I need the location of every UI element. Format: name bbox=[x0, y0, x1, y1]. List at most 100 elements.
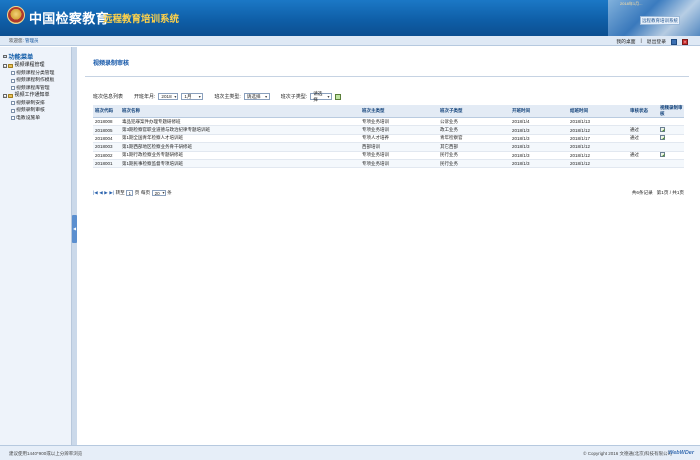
collapse-minus-icon[interactable]: − bbox=[3, 54, 7, 59]
cell-start: 2018/1/3 bbox=[510, 151, 568, 160]
sub-type-select[interactable]: 请选择 ▼ bbox=[310, 91, 333, 102]
per-page-value: 20 bbox=[154, 190, 160, 196]
logout-link[interactable]: 退出登录 bbox=[647, 38, 666, 45]
cell-status bbox=[628, 159, 658, 169]
menu-item-recording-schedule[interactable]: 视频录制安排 bbox=[3, 100, 71, 108]
per-page-select[interactable]: 20 ▼ bbox=[151, 190, 166, 196]
menu-item-av-facility[interactable]: 电教设施单 bbox=[3, 115, 71, 123]
cell-end: 2018/1/12 bbox=[568, 151, 628, 160]
cell-action bbox=[658, 151, 684, 160]
document-icon bbox=[11, 116, 15, 121]
cell-name: 第1期民事检察监督专项培训班 bbox=[120, 159, 360, 169]
prev-page-icon[interactable]: ◀ bbox=[99, 190, 103, 196]
table-row[interactable]: 2018003 第1期西部地区检察业务骨干研修班 西部培训 其它西部 2018/… bbox=[93, 142, 684, 152]
page-title: 视频录制审核 bbox=[93, 61, 130, 67]
menu-group-label: 视频工作通知单 bbox=[14, 92, 50, 98]
expand-minus-icon[interactable]: − bbox=[3, 64, 7, 68]
page-number-input[interactable]: 1 bbox=[126, 190, 134, 196]
page-info: 第1页 / 共1页 bbox=[656, 190, 684, 195]
cell-sub-type: 政工业务 bbox=[438, 125, 510, 135]
footer: 建议使用1440*900或以上分辨率浏览 © Copyright 2016 文德… bbox=[0, 445, 700, 460]
edit-review-icon[interactable] bbox=[660, 152, 665, 158]
cell-code: 2018001 bbox=[93, 159, 120, 169]
folder-icon bbox=[8, 63, 13, 68]
cell-end: 2018/1/13 bbox=[568, 117, 628, 127]
menu-item-label: 视频录制审核 bbox=[16, 108, 45, 113]
document-icon bbox=[11, 71, 15, 76]
cell-name: 毒品犯罪案件办理专题研修班 bbox=[120, 117, 360, 127]
expand-minus-icon[interactable]: − bbox=[3, 94, 7, 98]
cell-main-type: 专项业务培训 bbox=[360, 159, 438, 169]
goto-label: 转至 bbox=[115, 190, 125, 195]
top-actions: 我的桌面 | 退出登录 × bbox=[616, 38, 688, 45]
column-header: 视频录制审核 bbox=[658, 105, 684, 118]
cell-start: 2018/1/4 bbox=[510, 117, 568, 127]
menu-group-course[interactable]: − 视频课程管理 bbox=[3, 62, 71, 70]
cell-status bbox=[628, 117, 658, 127]
separator: | bbox=[640, 39, 642, 44]
menu-group-work-notice[interactable]: − 视频工作通知单 bbox=[3, 92, 71, 100]
menu-item-course-category[interactable]: 视频课程分类管理 bbox=[3, 70, 71, 78]
per-page-unit: 条 bbox=[167, 190, 172, 195]
cell-sub-type: 其它西部 bbox=[438, 142, 510, 152]
copyright: © Copyright 2016 文德通(北京)科技有限公司 bbox=[583, 451, 672, 456]
close-icon[interactable]: × bbox=[682, 38, 688, 45]
search-icon[interactable] bbox=[335, 93, 342, 100]
minimize-icon[interactable] bbox=[671, 38, 677, 45]
month-select[interactable]: 1月 ▼ bbox=[181, 93, 204, 100]
header-date: 2018年1月... bbox=[620, 1, 643, 6]
cell-action bbox=[658, 142, 684, 152]
dropdown-arrow-icon: ▼ bbox=[326, 94, 331, 99]
welcome-label: 欢迎您: bbox=[9, 38, 24, 43]
year-value: 2018 bbox=[161, 94, 172, 99]
table-header-row: 班次代码 班次名称 班次主类型 班次子类型 开班时间 结班时间 审核状态 视频录… bbox=[93, 105, 684, 118]
pagination-summary: 共6条记录 第1页 / 共1页 bbox=[632, 190, 684, 196]
cell-main-type: 专项业务培训 bbox=[360, 151, 438, 160]
top-bar: 欢迎您: 管理员 我的桌面 | 退出登录 × bbox=[0, 36, 700, 46]
column-header: 结班时间 bbox=[568, 105, 628, 118]
resolution-hint: 建议使用1440*900或以上分辨率浏览 bbox=[9, 451, 83, 456]
dropdown-arrow-icon: ▼ bbox=[197, 94, 202, 99]
cell-end: 2018/1/17 bbox=[568, 134, 628, 144]
cell-action bbox=[658, 134, 684, 144]
main-content: 视频录制审核 班次信息列表 开班年月: 2018 ▼ 1月 ▼ 班次主类型: 请选择… bbox=[77, 47, 700, 445]
table-row[interactable]: 2018001 第1期民事检察监督专项培训班 专项业务培训 民行业务 2018/… bbox=[93, 159, 684, 169]
course-table: 班次代码 班次名称 班次主类型 班次子类型 开班时间 结班时间 审核状态 视频录… bbox=[93, 105, 684, 169]
cell-main-type: 专项业务培训 bbox=[360, 117, 438, 127]
brand-logo: WebWDer bbox=[668, 449, 694, 456]
first-page-icon[interactable]: |◀ bbox=[93, 190, 98, 196]
table-row[interactable]: 2018005 第3期检察官职业道德与政治纪律专题培训班 专项业务培训 政工业务… bbox=[93, 125, 684, 135]
page-unit: 页 bbox=[134, 190, 140, 195]
menu-group-label: 视频课程管理 bbox=[14, 62, 45, 68]
year-select[interactable]: 2018 ▼ bbox=[158, 93, 179, 100]
dropdown-arrow-icon: ▼ bbox=[264, 94, 268, 99]
table-row[interactable]: 2018008 毒品犯罪案件办理专题研修班 专项业务培训 公诉业务 2018/1… bbox=[93, 117, 684, 127]
column-header: 班次代码 bbox=[93, 105, 120, 118]
cell-sub-type: 公诉业务 bbox=[438, 117, 510, 127]
cell-code: 2018004 bbox=[93, 134, 120, 144]
main-type-select[interactable]: 请选择 ▼ bbox=[243, 93, 270, 100]
pagination: |◀ ◀ ▶ ▶| 转至 1 页 每页 20 ▼ 条 bbox=[93, 190, 172, 196]
edit-review-icon[interactable] bbox=[660, 135, 665, 141]
menu-item-label: 视频课程分类管理 bbox=[16, 70, 55, 76]
menu-item-label: 电教设施单 bbox=[16, 115, 40, 121]
last-page-icon[interactable]: ▶| bbox=[109, 190, 114, 196]
next-page-icon[interactable]: ▶ bbox=[104, 190, 108, 196]
table-row[interactable]: 2018004 第1期全国青年检察人才培训班 专项人才培养 青年检察官 2018… bbox=[93, 134, 684, 144]
cell-main-type: 专项人才培养 bbox=[360, 134, 438, 144]
menu-item-course-library[interactable]: 视频课程库管理 bbox=[3, 85, 71, 93]
menu-item-recording-review[interactable]: 视频录制审核 bbox=[3, 107, 71, 115]
menu-item-label: 视频录制安排 bbox=[16, 100, 45, 106]
edit-review-icon[interactable] bbox=[660, 127, 665, 133]
menu-item-label: 视频课程制作模板 bbox=[16, 78, 55, 83]
table-row[interactable]: 2018002 第1期行政检察业务专题研修班 专项业务培训 民行业务 2018/… bbox=[93, 151, 684, 160]
divider bbox=[85, 76, 689, 77]
column-header: 班次子类型 bbox=[438, 105, 510, 118]
my-desktop-link[interactable]: 我的桌面 bbox=[616, 38, 635, 45]
cell-code: 2018008 bbox=[93, 117, 120, 127]
cell-end: 2018/1/12 bbox=[568, 159, 628, 169]
site-subtitle: 远程教育培训系统 bbox=[103, 14, 180, 25]
cell-name: 第1期全国青年检察人才培训班 bbox=[120, 134, 360, 144]
menu-item-course-template[interactable]: 视频课程制作模板 bbox=[3, 77, 71, 85]
column-header: 班次主类型 bbox=[360, 105, 438, 118]
